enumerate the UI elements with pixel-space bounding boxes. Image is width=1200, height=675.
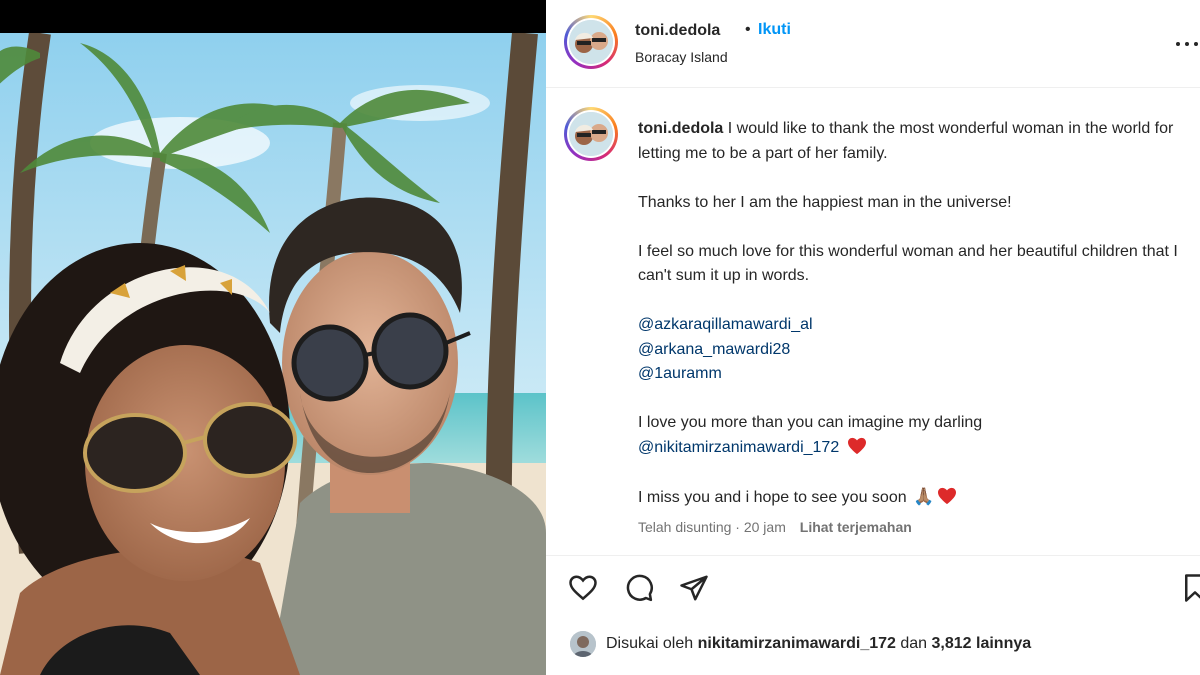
caption-text-5: I miss you and i hope to see you soon [638, 488, 907, 506]
caption-meta: Telah disunting · 20 jam Lihat terjemaha… [638, 519, 912, 535]
separator-dot: • [745, 21, 751, 38]
avatar-image [569, 20, 613, 64]
more-horizontal-icon[interactable] [1176, 32, 1200, 56]
caption-text-4: I love you more than you can imagine my … [638, 414, 983, 431]
likes-prefix: Disukai oleh [606, 635, 694, 652]
red-heart-emoji-icon [847, 437, 866, 454]
bookmark-icon[interactable] [1180, 573, 1200, 603]
post-media[interactable] [0, 0, 546, 675]
comment-bubble-icon[interactable] [624, 573, 654, 603]
mention-link[interactable]: @azkaraqillamawardi_al [638, 316, 813, 333]
mention-link[interactable]: @1auramm [638, 365, 722, 382]
likes-summary: Disukai oleh nikitamirzanimawardi_172 da… [570, 630, 1031, 658]
avatar-image [569, 112, 613, 156]
post-header: toni.dedola • Ikuti Boracay Island [546, 0, 1200, 88]
liker-avatar-image [570, 631, 596, 657]
author-avatar[interactable] [564, 15, 618, 69]
likes-and: dan [900, 635, 928, 652]
post-caption: toni.dedola I would like to thank the mo… [638, 117, 1188, 535]
post-location[interactable]: Boracay Island [635, 49, 728, 65]
media-top-bar [0, 0, 546, 33]
caption-author-avatar[interactable] [564, 107, 618, 161]
red-heart-emoji-icon [938, 487, 957, 504]
liker-avatar[interactable] [570, 631, 596, 657]
folded-hands-emoji-icon: 🙏🏽 [913, 486, 935, 506]
caption-username[interactable]: toni.dedola [638, 120, 723, 137]
likes-others-count[interactable]: 3,812 lainnya [932, 635, 1032, 653]
caption-text-2: Thanks to her I am the happiest man in t… [638, 193, 1012, 211]
beach-selfie-image [0, 33, 546, 675]
author-username[interactable]: toni.dedola [635, 22, 720, 40]
post-photo[interactable] [0, 33, 546, 675]
mention-link[interactable]: @arkana_mawardi28 [638, 341, 790, 358]
caption-text-3: I feel so much love for this wonderful w… [638, 242, 1178, 285]
mention-link-darling[interactable]: @nikitamirzanimawardi_172 [638, 439, 839, 456]
post-side-panel: toni.dedola • Ikuti Boracay Island toni.… [546, 0, 1200, 675]
action-bar [546, 555, 1200, 620]
edited-timestamp: Telah disunting · 20 jam [638, 519, 786, 535]
heart-outline-icon[interactable] [568, 573, 598, 603]
paper-plane-icon[interactable] [679, 573, 709, 603]
liker-username[interactable]: nikitamirzanimawardi_172 [698, 635, 896, 653]
see-translation-link[interactable]: Lihat terjemahan [800, 519, 912, 535]
caption-area: toni.dedola I would like to thank the mo… [546, 89, 1200, 554]
follow-button[interactable]: Ikuti [758, 21, 791, 39]
